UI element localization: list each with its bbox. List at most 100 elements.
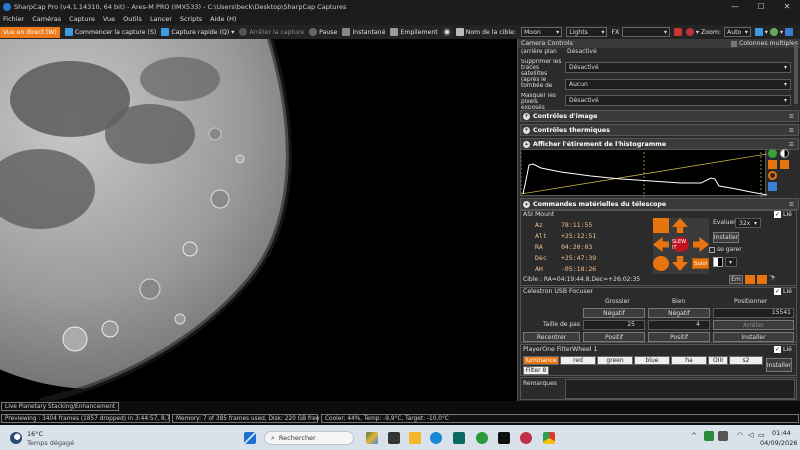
filter-slot-8[interactable]: Filter 8 [523, 366, 549, 375]
auto-stretch-icon[interactable] [768, 149, 777, 158]
sun-icon[interactable] [653, 256, 669, 271]
histogram-display[interactable] [520, 149, 768, 197]
live-image-view[interactable] [0, 39, 516, 401]
sharpcap-taskbar-icon[interactable] [498, 432, 510, 444]
fine-positive-button[interactable]: Positif [648, 332, 710, 342]
save-icon[interactable] [768, 182, 777, 191]
target-name-select[interactable]: Moon ▾ [520, 27, 563, 37]
battery-icon[interactable]: ▭ [758, 431, 765, 439]
minimize-icon[interactable]: — [722, 0, 748, 13]
hot-pixels-select[interactable]: Désactivé ▾ [565, 95, 791, 106]
live-view-button[interactable]: Vue en direct (W) [0, 26, 60, 38]
maximize-icon[interactable]: ☐ [748, 0, 774, 13]
rate-select[interactable]: 32x ▾ [735, 218, 761, 228]
edge-icon[interactable] [430, 432, 442, 444]
tray-app-icon[interactable] [704, 431, 714, 441]
moon-weather-icon[interactable] [10, 432, 22, 444]
clock-time[interactable]: 01:44 [772, 429, 791, 437]
goto-button[interactable]: Em [729, 275, 743, 284]
slew-button[interactable]: SLEW IT [672, 237, 689, 252]
crosshair-icon[interactable]: ▾ [685, 28, 699, 36]
menu-lancer[interactable]: Lancer [150, 15, 172, 23]
filter-luminance[interactable]: luminance [523, 356, 559, 365]
track-button[interactable]: Suivi [692, 258, 709, 269]
arrow-right-icon[interactable] [745, 275, 755, 284]
close-icon[interactable]: ✕ [774, 0, 800, 13]
chevron-up-icon[interactable]: ^ [691, 432, 697, 440]
fine-step-input[interactable]: 4 [648, 320, 710, 330]
coarse-negative-button[interactable]: Négatif [583, 308, 645, 318]
menu-outils[interactable]: Outils [123, 15, 142, 23]
frame-type-select[interactable]: Lights ▾ [566, 27, 608, 37]
menu-icon[interactable]: ≡ [789, 141, 794, 148]
reset-icon[interactable] [768, 171, 777, 180]
arrow-down-icon[interactable] [757, 275, 767, 284]
display-toggle[interactable] [442, 28, 453, 36]
pause-button[interactable]: Pause [309, 28, 337, 36]
mount-linked-checkbox[interactable]: ✓ Lié [774, 211, 792, 218]
menu-aide[interactable]: Aide (H) [210, 15, 236, 23]
menu-scripts[interactable]: Scripts [180, 15, 202, 23]
overlay-icon[interactable]: ▾ [769, 28, 783, 36]
zoom-select[interactable]: Auto ▾ [723, 27, 751, 37]
fx-select[interactable]: ▾ [622, 27, 670, 37]
menu-vue[interactable]: Vue [103, 15, 115, 23]
filter-oiii[interactable]: OIII [708, 356, 728, 365]
filter-s2[interactable]: s2 [729, 356, 763, 365]
section-image-controls[interactable]: ▾ Contrôles d'image ≡ [520, 110, 799, 122]
go-home-icon[interactable] [653, 218, 669, 233]
menu-icon[interactable]: ≡ [789, 113, 794, 120]
night-mode-icon[interactable] [713, 257, 723, 267]
focuser-position-input[interactable]: 15541 [713, 308, 794, 318]
zoom-toggle-icon[interactable]: ▾ [754, 28, 768, 36]
coarse-positive-button[interactable]: Positif [583, 332, 645, 342]
task-view-icon[interactable] [388, 432, 400, 444]
wifi-icon[interactable]: ◠ [737, 431, 743, 439]
start-capture-button[interactable]: Commencer la capture (S) [64, 28, 156, 36]
stack-button[interactable]: Empilement [390, 28, 438, 36]
file-explorer-icon[interactable] [409, 432, 421, 444]
tray-app-icon-2[interactable] [718, 431, 728, 441]
app-icon-3[interactable] [520, 432, 532, 444]
night-mode-select[interactable]: ▾ [725, 257, 737, 267]
park-checkbox[interactable]: se garer [709, 246, 742, 253]
menu-capture[interactable]: Capture [69, 15, 95, 23]
arrow-north-icon[interactable] [672, 218, 688, 233]
filter-green[interactable]: green [597, 356, 633, 365]
filter-ha[interactable]: ha [671, 356, 707, 365]
coarse-step-input[interactable]: 25 [583, 320, 645, 330]
menu-icon[interactable]: ≡ [789, 127, 794, 134]
widgets-icon[interactable] [366, 432, 378, 444]
recenter-button[interactable]: Recentrer [523, 332, 580, 342]
paint-icon[interactable] [785, 28, 795, 36]
arrow-west-icon[interactable] [653, 237, 669, 252]
multi-column-toggle[interactable]: Colonnes multiples [731, 40, 800, 47]
focuser-install-button[interactable]: Installer [713, 332, 794, 342]
contrast-icon[interactable] [780, 149, 789, 158]
app-icon-2[interactable] [476, 432, 488, 444]
volume-icon[interactable]: ◁ [748, 431, 753, 439]
app-icon-1[interactable] [453, 432, 465, 444]
stacking-tab[interactable]: Live Planetary Stacking/Enhancement [1, 402, 120, 411]
menu-icon[interactable]: ≡ [789, 201, 794, 208]
menu-cameras[interactable]: Caméras [32, 15, 61, 23]
arrow-east-icon[interactable] [693, 237, 709, 252]
windows-start-icon[interactable] [244, 432, 256, 444]
fine-negative-button[interactable]: Négatif [648, 308, 710, 318]
section-thermal-controls[interactable]: ▾ Contrôles thermiques ≡ [520, 124, 799, 136]
chrome-icon[interactable] [543, 432, 555, 444]
filter-install-button[interactable]: Installer [766, 358, 792, 372]
stop-capture-button[interactable]: Arrêter la capture [239, 28, 304, 36]
histogram-toggle-icon[interactable] [673, 28, 684, 36]
panel-scrollbar[interactable] [794, 44, 798, 104]
lightning-icon[interactable] [768, 160, 777, 169]
weather-desc[interactable]: Temps dégagé [27, 439, 74, 447]
settings-icon[interactable] [780, 160, 789, 169]
section-telescope[interactable]: ▴ Commandes matérielles du télescope ≡ [520, 198, 799, 210]
focuser-linked-checkbox[interactable]: ✓ Lié [774, 288, 792, 295]
weather-temp[interactable]: 16°C [27, 430, 43, 438]
arrow-south-icon[interactable] [672, 256, 688, 271]
clock-date[interactable]: 04/09/2026 [760, 439, 797, 447]
filter-red[interactable]: red [560, 356, 596, 365]
menu-fichier[interactable]: Fichier [3, 15, 24, 23]
